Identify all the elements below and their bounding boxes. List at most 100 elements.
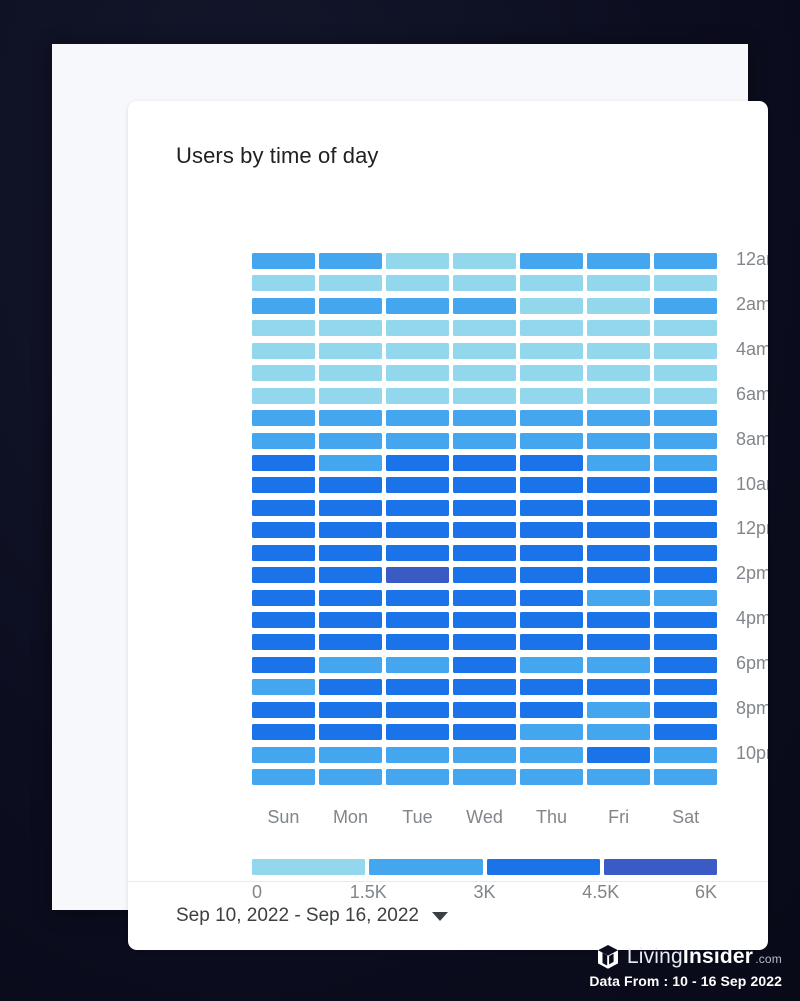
heatmap-cell[interactable]: [453, 342, 516, 359]
heatmap-cell[interactable]: [453, 275, 516, 292]
heatmap-cell[interactable]: [587, 769, 650, 786]
heatmap-cell[interactable]: [319, 477, 382, 494]
heatmap-cell[interactable]: [587, 320, 650, 337]
heatmap-cell[interactable]: [252, 544, 315, 561]
heatmap-cell[interactable]: [587, 410, 650, 427]
heatmap-cell[interactable]: [386, 275, 449, 292]
heatmap-cell[interactable]: [520, 432, 583, 449]
heatmap-cell[interactable]: [453, 499, 516, 516]
date-range-selector[interactable]: Sep 10, 2022 - Sep 16, 2022: [176, 905, 448, 927]
heatmap-cell[interactable]: [319, 387, 382, 404]
heatmap-cell[interactable]: [319, 342, 382, 359]
heatmap-cell[interactable]: [386, 454, 449, 471]
heatmap-cell[interactable]: [252, 454, 315, 471]
heatmap-cell[interactable]: [587, 746, 650, 763]
heatmap-cell[interactable]: [252, 297, 315, 314]
heatmap-cell[interactable]: [587, 477, 650, 494]
heatmap-cell[interactable]: [386, 544, 449, 561]
heatmap-cell[interactable]: [386, 746, 449, 763]
heatmap-cell[interactable]: [252, 567, 315, 584]
heatmap-cell[interactable]: [520, 320, 583, 337]
heatmap-cell[interactable]: [386, 387, 449, 404]
heatmap-cell[interactable]: [520, 454, 583, 471]
heatmap-cell[interactable]: [453, 477, 516, 494]
heatmap-cell[interactable]: [386, 410, 449, 427]
heatmap-cell[interactable]: [587, 589, 650, 606]
heatmap-cell[interactable]: [520, 589, 583, 606]
heatmap-cell[interactable]: [386, 253, 449, 269]
heatmap-cell[interactable]: [587, 679, 650, 696]
heatmap-cell[interactable]: [520, 656, 583, 673]
heatmap-cell[interactable]: [453, 253, 516, 269]
heatmap-cell[interactable]: [453, 634, 516, 651]
heatmap-cell[interactable]: [654, 544, 718, 561]
heatmap-cell[interactable]: [252, 499, 315, 516]
heatmap-cell[interactable]: [587, 454, 650, 471]
heatmap-cell[interactable]: [386, 499, 449, 516]
heatmap-cell[interactable]: [252, 701, 315, 718]
heatmap-cell[interactable]: [587, 387, 650, 404]
heatmap-cell[interactable]: [654, 589, 718, 606]
heatmap-cell[interactable]: [520, 634, 583, 651]
heatmap-cell[interactable]: [520, 612, 583, 628]
heatmap-cell[interactable]: [587, 499, 650, 516]
heatmap-cell[interactable]: [654, 253, 718, 269]
heatmap-cell[interactable]: [520, 253, 583, 269]
heatmap-cell[interactable]: [319, 567, 382, 584]
heatmap-cell[interactable]: [520, 365, 583, 382]
heatmap-cell[interactable]: [654, 679, 718, 696]
heatmap-cell[interactable]: [453, 320, 516, 337]
heatmap-cell[interactable]: [453, 746, 516, 763]
heatmap-cell[interactable]: [453, 769, 516, 786]
heatmap-cell[interactable]: [654, 275, 718, 292]
heatmap-cell[interactable]: [654, 387, 718, 404]
heatmap-cell[interactable]: [654, 724, 718, 741]
chevron-down-icon[interactable]: [431, 911, 448, 921]
heatmap-cell[interactable]: [386, 432, 449, 449]
heatmap-cell[interactable]: [520, 701, 583, 718]
heatmap-cell[interactable]: [520, 410, 583, 427]
heatmap-cell[interactable]: [520, 724, 583, 741]
heatmap-cell[interactable]: [587, 342, 650, 359]
heatmap-cell[interactable]: [319, 499, 382, 516]
heatmap-cell[interactable]: [252, 320, 315, 337]
heatmap-cell[interactable]: [386, 365, 449, 382]
heatmap-cell[interactable]: [453, 297, 516, 314]
heatmap-cell[interactable]: [252, 432, 315, 449]
heatmap-cell[interactable]: [654, 746, 718, 763]
heatmap-cell[interactable]: [252, 746, 315, 763]
heatmap-cell[interactable]: [587, 634, 650, 651]
heatmap-cell[interactable]: [520, 522, 583, 539]
heatmap-cell[interactable]: [319, 544, 382, 561]
heatmap-cell[interactable]: [252, 365, 315, 382]
heatmap-cell[interactable]: [319, 679, 382, 696]
heatmap-cell[interactable]: [252, 679, 315, 696]
heatmap-cell[interactable]: [386, 769, 449, 786]
heatmap-cell[interactable]: [453, 522, 516, 539]
heatmap-cell[interactable]: [453, 410, 516, 427]
heatmap-cell[interactable]: [252, 342, 315, 359]
heatmap-cell[interactable]: [386, 567, 449, 584]
heatmap-cell[interactable]: [453, 365, 516, 382]
heatmap-cell[interactable]: [453, 544, 516, 561]
heatmap-cell[interactable]: [654, 297, 718, 314]
heatmap-cell[interactable]: [319, 701, 382, 718]
heatmap-cell[interactable]: [654, 701, 718, 718]
heatmap-cell[interactable]: [520, 342, 583, 359]
heatmap-cell[interactable]: [654, 567, 718, 584]
heatmap-cell[interactable]: [386, 522, 449, 539]
heatmap-cell[interactable]: [654, 342, 718, 359]
heatmap-cell[interactable]: [587, 544, 650, 561]
heatmap-cell[interactable]: [252, 589, 315, 606]
heatmap-cell[interactable]: [386, 656, 449, 673]
heatmap-cell[interactable]: [319, 769, 382, 786]
heatmap-cell[interactable]: [520, 297, 583, 314]
heatmap-cell[interactable]: [520, 746, 583, 763]
heatmap-cell[interactable]: [252, 522, 315, 539]
heatmap-cell[interactable]: [319, 454, 382, 471]
heatmap-cell[interactable]: [319, 432, 382, 449]
heatmap-cell[interactable]: [654, 612, 718, 628]
heatmap-cell[interactable]: [654, 432, 718, 449]
heatmap-cell[interactable]: [319, 253, 382, 269]
heatmap-cell[interactable]: [654, 634, 718, 651]
